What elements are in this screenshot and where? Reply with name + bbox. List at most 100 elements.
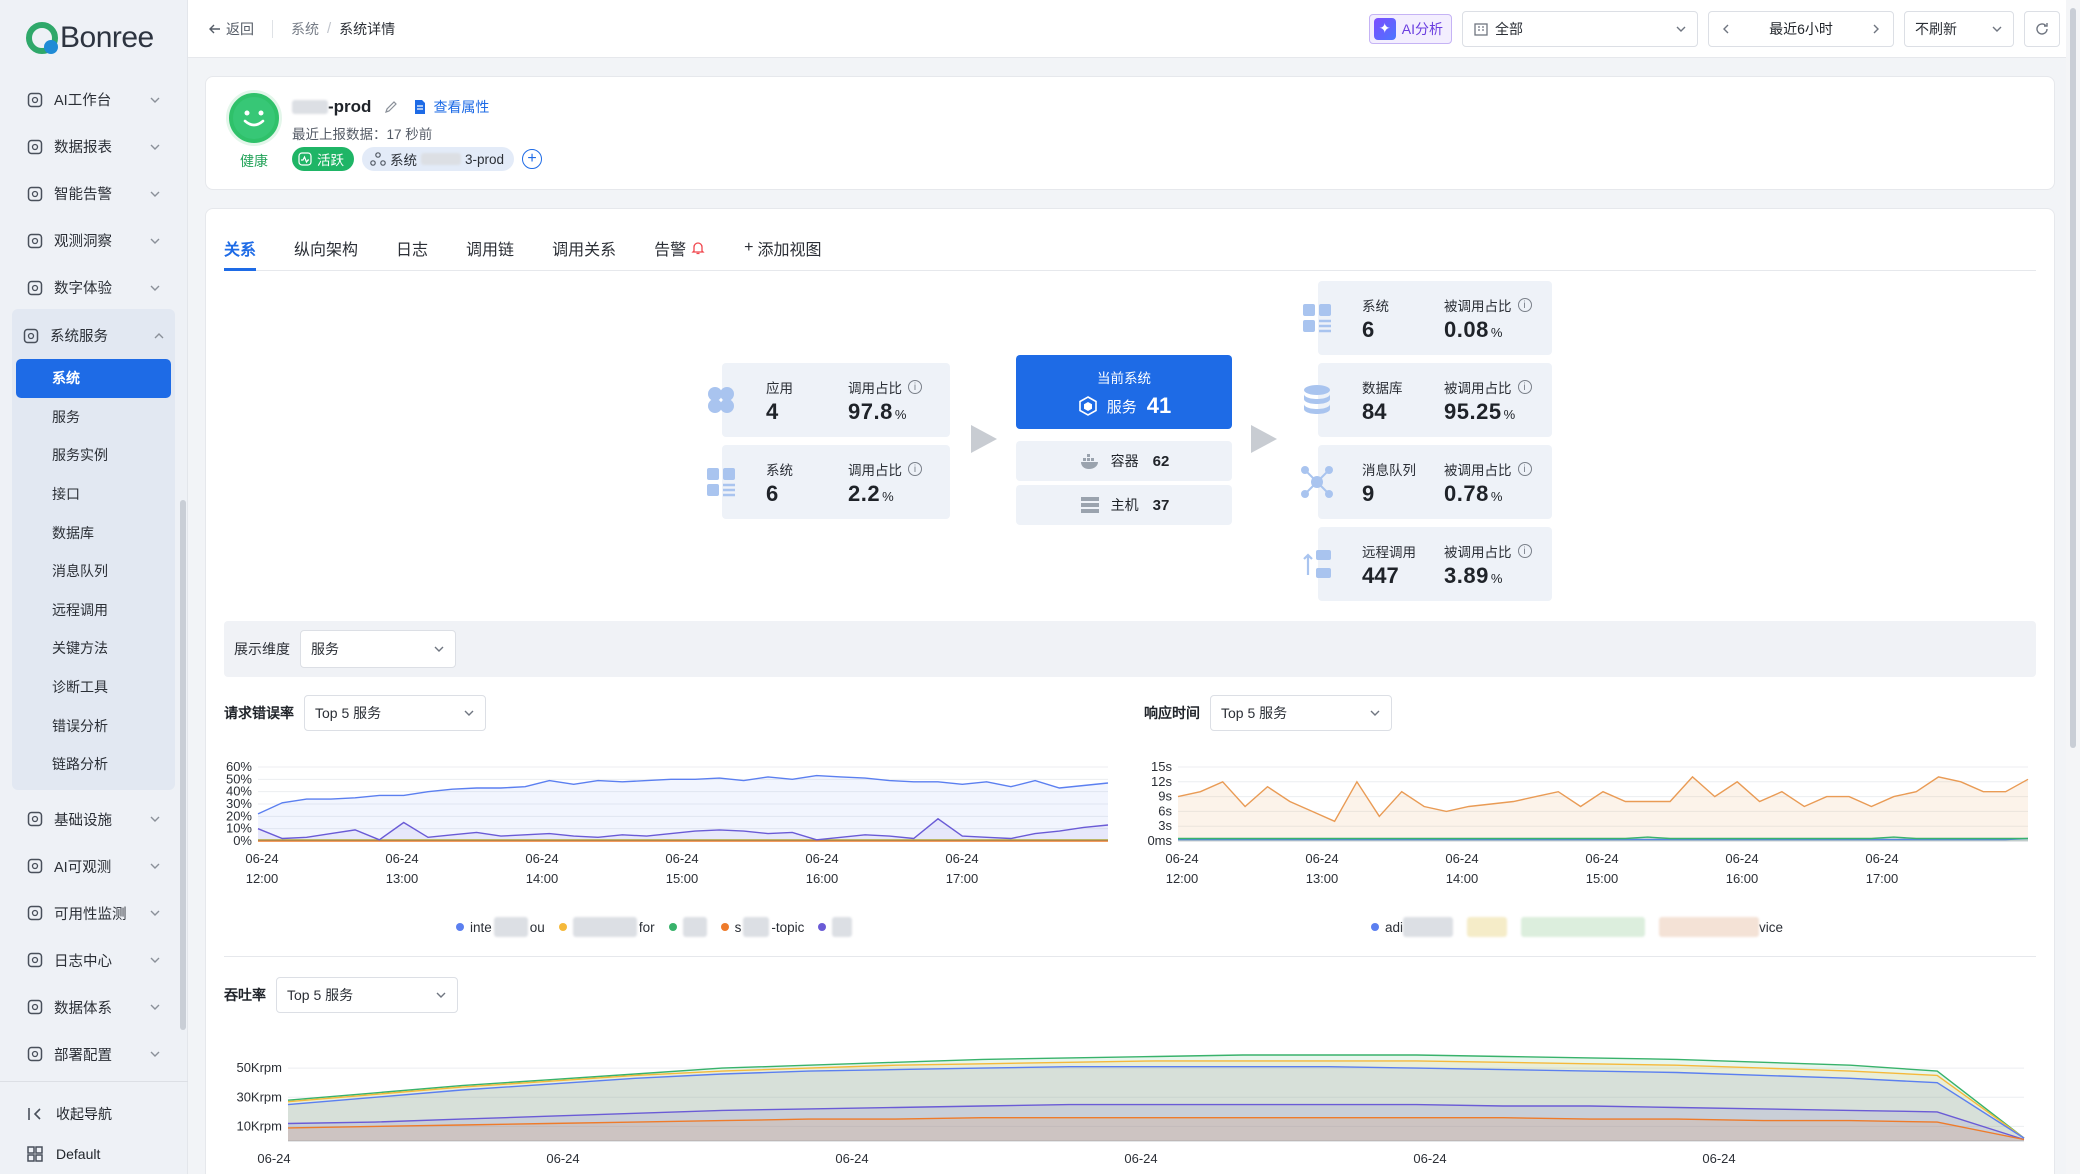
legend-item[interactable] (1467, 917, 1508, 937)
legend-item[interactable] (1521, 917, 1646, 937)
host-count: 37 (1152, 496, 1170, 514)
back-button[interactable]: 返回 (208, 19, 254, 39)
upstream-system-card[interactable]: 系统 6 调用占比 i 2.2% (707, 445, 950, 519)
ratio-number: 2.2 (848, 481, 881, 506)
downstream-count: 447 (1362, 563, 1399, 588)
downstream-database-card[interactable]: 数据库 84 被调用占比 i 95.25% (1304, 363, 1552, 437)
system-grid-icon (1303, 304, 1331, 333)
sidebar-item-log[interactable]: 日志中心 (12, 937, 175, 984)
tab-add-view[interactable]: + 添加视图 (744, 236, 821, 270)
call-ratio-value: 2.2% (848, 481, 894, 507)
flow-arrow (1251, 425, 1277, 453)
ai-analysis-button[interactable]: ✦ AI分析 (1368, 13, 1452, 44)
edit-icon[interactable] (383, 99, 399, 115)
redacted-text (292, 100, 328, 114)
sidebar-subitem[interactable]: 服务实例 (16, 436, 171, 475)
y-tick-label: 0% (233, 833, 252, 848)
sidebar-subitem[interactable]: 数据库 (16, 513, 171, 552)
current-system-card[interactable]: 当前系统 服务 41 (1016, 355, 1232, 429)
sidebar-subitem[interactable]: 消息队列 (16, 552, 171, 591)
chevron-down-icon (150, 910, 160, 917)
response-time-topn-select[interactable]: Top 5 服务 (1210, 695, 1392, 731)
chevron-down-icon (150, 1004, 160, 1011)
tab-call-chain[interactable]: 调用链 (466, 236, 514, 270)
add-view-label: 添加视图 (757, 242, 822, 259)
sidebar-scrollbar[interactable] (180, 500, 186, 1030)
throughput-topn-select[interactable]: Top 5 服务 (276, 977, 458, 1013)
downstream-mq-card[interactable]: 消息队列 9 被调用占比 i 0.78% (1301, 445, 1552, 519)
sidebar-item-alert[interactable]: 智能告警 (12, 170, 175, 217)
deploy-icon (27, 1046, 43, 1062)
sidebar-subitem[interactable]: 链路分析 (16, 745, 171, 784)
sidebar-subitem[interactable]: 诊断工具 (16, 668, 171, 707)
legend-item[interactable] (668, 917, 707, 937)
sidebar-item-label: 数据报表 (54, 140, 112, 156)
breadcrumb-system[interactable]: 系统 (291, 19, 319, 39)
info-icon[interactable]: i (908, 380, 922, 394)
building-icon (1474, 22, 1488, 36)
tab-alerts[interactable]: 告警 (654, 236, 706, 270)
upstream-app-card[interactable]: 应用 4 调用占比 i 97.8% (708, 363, 950, 437)
time-next-button[interactable] (1859, 12, 1893, 46)
sidebar-subitem[interactable]: 错误分析 (16, 706, 171, 745)
redacted-text (572, 917, 637, 937)
y-tick-label: 6s (1158, 803, 1172, 818)
info-icon[interactable]: i (1517, 380, 1532, 394)
info-icon[interactable]: i (908, 462, 922, 476)
workspace-switcher[interactable]: Default (12, 1134, 176, 1174)
sidebar-item-user-experience[interactable]: 数字体验 (12, 264, 175, 311)
legend-text: -topic (771, 919, 805, 935)
refresh-select[interactable]: 不刷新 (1904, 10, 2014, 47)
sidebar-subitem[interactable]: 系统 (16, 359, 171, 398)
chevron-left-icon (1723, 24, 1729, 33)
downstream-remote-call-card[interactable]: 远程调用 447 被调用占比 i 3.89% (1303, 527, 1552, 601)
logo[interactable]: Bonree (0, 0, 187, 76)
sidebar-subitem[interactable]: 远程调用 (16, 591, 171, 630)
tab-call-relation[interactable]: 调用关系 (552, 236, 616, 270)
view-attributes-link[interactable]: 查看属性 (413, 97, 489, 117)
system-network-icon (370, 152, 386, 166)
time-prev-button[interactable] (1709, 12, 1743, 46)
legend-item[interactable]: s -topic (720, 917, 805, 937)
tab-logs[interactable]: 日志 (396, 236, 428, 270)
x-tick-label: 13:00 (386, 871, 419, 886)
time-range-value[interactable]: 最近6小时 (1743, 19, 1859, 39)
sidebar-item-report[interactable]: 数据报表 (12, 123, 175, 170)
called-ratio-value: 95.25% (1444, 399, 1516, 425)
legend-item[interactable]: vice (1659, 917, 1783, 937)
dimension-select[interactable]: 服务 (300, 630, 456, 668)
legend-item[interactable]: inte ou (456, 917, 545, 937)
sidebar-item-deploy[interactable]: 部署配置 (12, 1031, 175, 1078)
downstream-system-card[interactable]: 系统 6 被调用占比 i 0.08% (1303, 281, 1552, 355)
sidebar-subitem[interactable]: 接口 (16, 475, 171, 514)
sidebar-item-system-service[interactable]: 系统服务 (12, 312, 175, 359)
sidebar-subitem[interactable]: 关键方法 (16, 629, 171, 668)
system-tag[interactable]: 系统 3-prod (362, 147, 515, 171)
sidebar-item-data-system[interactable]: 数据体系 (12, 984, 175, 1031)
tab-alerts-label: 告警 (654, 242, 687, 259)
legend-item[interactable] (818, 917, 853, 937)
tab-vertical-architecture[interactable]: 纵向架构 (294, 236, 358, 270)
host-count-card[interactable]: 主机 37 (1016, 485, 1232, 525)
info-icon[interactable]: i (1517, 298, 1532, 312)
error-rate-topn-select[interactable]: Top 5 服务 (304, 695, 486, 731)
sidebar-item-ai-workbench[interactable]: AI工作台 (12, 76, 175, 123)
info-icon[interactable]: i (1517, 544, 1532, 558)
collapse-nav-button[interactable]: 收起导航 (12, 1094, 176, 1134)
add-tag-button[interactable]: + (522, 149, 543, 169)
sidebar-item-ai-observe[interactable]: AI可观测 (12, 843, 175, 890)
ratio-unit: % (1503, 407, 1516, 422)
sidebar-subitem[interactable]: 服务 (16, 398, 171, 437)
info-icon[interactable]: i (1517, 462, 1532, 476)
legend-item[interactable]: for (558, 917, 655, 937)
container-count-card[interactable]: 容器 62 (1016, 441, 1232, 481)
page-scrollbar[interactable] (2066, 0, 2080, 1174)
sidebar-item-insight[interactable]: 观测洞察 (12, 217, 175, 264)
refresh-button[interactable] (2024, 10, 2060, 47)
downstream-count: 84 (1362, 399, 1387, 424)
legend-item[interactable]: adi (1371, 917, 1454, 937)
scope-select[interactable]: 全部 (1462, 10, 1698, 47)
tab-relation[interactable]: 关系 (224, 236, 257, 271)
sidebar-item-availability[interactable]: 可用性监测 (12, 890, 175, 937)
sidebar-item-infrastructure[interactable]: 基础设施 (12, 796, 175, 843)
